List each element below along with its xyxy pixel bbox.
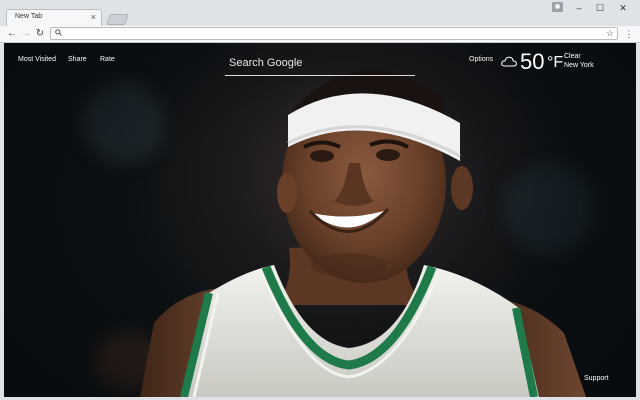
close-window-icon[interactable]: ✕ bbox=[614, 2, 632, 14]
window-border-right bbox=[636, 43, 640, 400]
new-tab-page: Most Visited Share Rate Options 50 °F Cl… bbox=[4, 43, 636, 397]
magnifier-icon bbox=[55, 29, 62, 40]
google-search-box bbox=[225, 52, 415, 76]
tab-close-icon[interactable]: × bbox=[91, 11, 96, 23]
window-border-left bbox=[0, 43, 4, 400]
new-tab-button[interactable] bbox=[106, 14, 129, 25]
weather-location: New York bbox=[564, 62, 594, 69]
bookmark-star-icon[interactable]: ☆ bbox=[606, 28, 614, 39]
rate-link[interactable]: Rate bbox=[100, 56, 115, 63]
weather-widget[interactable]: 50 °F Clear New York bbox=[501, 50, 621, 76]
background-photo-player bbox=[140, 70, 586, 397]
omnibox-input[interactable] bbox=[65, 28, 605, 39]
options-link[interactable]: Options bbox=[469, 56, 493, 63]
share-link[interactable]: Share bbox=[68, 56, 87, 63]
tab-title: New Tab bbox=[15, 13, 43, 20]
most-visited-link[interactable]: Most Visited bbox=[18, 56, 56, 63]
support-link[interactable]: Support bbox=[584, 375, 609, 382]
reload-icon[interactable]: ↻ bbox=[34, 27, 46, 40]
omnibox[interactable]: ☆ bbox=[50, 27, 618, 40]
minimize-icon[interactable]: – bbox=[570, 2, 588, 14]
maximize-icon[interactable]: ☐ bbox=[591, 2, 609, 14]
profile-icon[interactable] bbox=[552, 2, 563, 12]
browser-window: New Tab × – ☐ ✕ ← → ↻ ☆ ⋮ Most Visited S… bbox=[0, 0, 640, 400]
google-search-input[interactable] bbox=[229, 55, 409, 71]
back-icon[interactable]: ← bbox=[6, 27, 18, 40]
cloud-icon bbox=[501, 54, 517, 72]
weather-unit: °F bbox=[547, 54, 564, 71]
browser-toolbar: ← → ↻ ☆ ⋮ bbox=[0, 26, 640, 43]
weather-condition: Clear bbox=[564, 53, 581, 60]
weather-temperature: 50 bbox=[520, 49, 545, 74]
tab-new-tab[interactable]: New Tab × bbox=[6, 9, 102, 26]
forward-icon[interactable]: → bbox=[20, 27, 32, 40]
browser-menu-icon[interactable]: ⋮ bbox=[624, 28, 634, 40]
tab-strip: New Tab × – ☐ ✕ bbox=[0, 0, 640, 26]
